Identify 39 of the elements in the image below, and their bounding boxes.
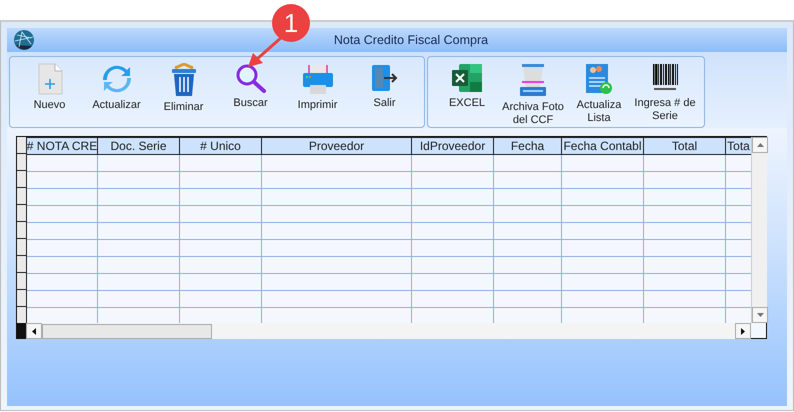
column-header[interactable]: Total [644,137,726,155]
horizontal-scrollbar[interactable] [17,323,751,339]
toolbar-button[interactable]: EXCEL [434,57,500,127]
up-arrow-icon [756,143,764,147]
column-header[interactable]: Fecha Contabl [562,137,644,155]
scanner-icon [519,63,547,97]
search-icon [234,63,266,93]
column-header[interactable]: # Unico [180,137,262,155]
toolbar-button[interactable]: Salir [351,57,418,127]
toolbar-button[interactable]: Actualizar [83,57,150,127]
column-header[interactable]: IdProveedor [412,137,494,155]
new-document-icon [36,63,62,95]
barcode-icon [652,63,678,93]
refresh-icon [100,63,132,95]
spreadsheet-icon [451,63,483,93]
user-list-icon [585,63,613,95]
vertical-scrollbar[interactable] [751,137,767,323]
toolbar-button[interactable]: Eliminar [150,57,217,127]
left-arrow-icon [32,328,36,334]
column-header[interactable]: Proveedor [262,137,412,155]
exit-door-icon [370,63,400,93]
globe-logo-icon [13,29,35,51]
column-header[interactable]: Doc. Serie [98,137,180,155]
step-badge: 1 [272,4,310,42]
toolbar-button[interactable]: Buscar [217,57,284,127]
trash-can-icon [170,63,198,97]
column-header[interactable]: Tota [726,137,751,155]
toolbar-button[interactable]: Actualiza Lista [566,57,632,127]
scrollbar-thumb[interactable] [42,324,212,338]
toolbar-button[interactable]: Imprimir [284,57,351,127]
printer-icon [302,63,334,95]
window-title: Nota Credito Fiscal Compra [332,33,490,47]
toolbar-button[interactable]: Nuevo [16,57,83,127]
column-header[interactable]: Fecha [494,137,562,155]
column-header[interactable]: # NOTA CRE [27,137,98,155]
toolbar-button[interactable]: Archiva Foto del CCF [500,57,566,127]
toolbar-button[interactable]: Ingresa # de Serie [632,57,698,127]
right-arrow-icon [741,328,745,334]
down-arrow-icon [756,313,764,317]
